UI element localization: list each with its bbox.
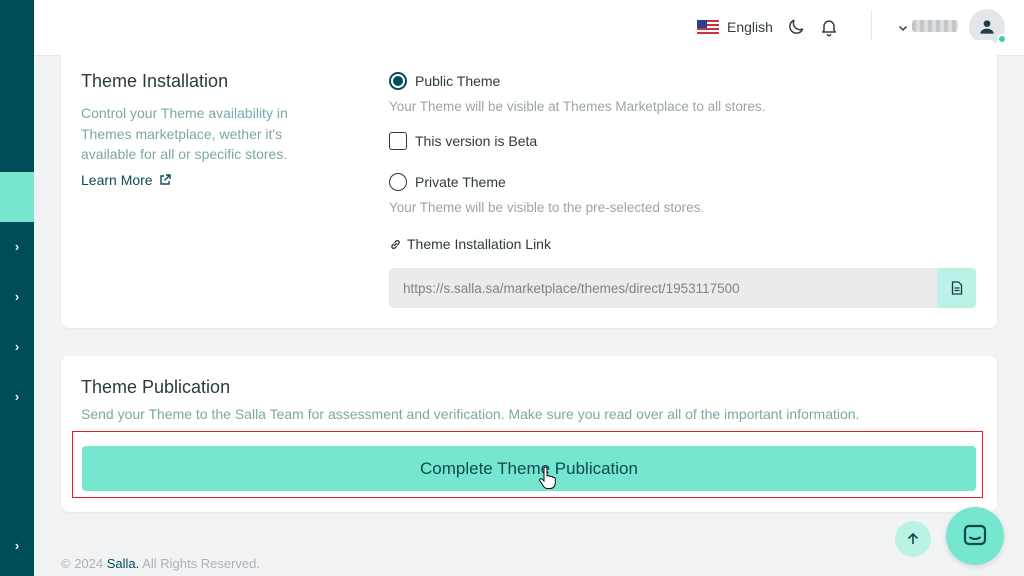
external-link-icon (159, 174, 171, 185)
copy-link-button[interactable] (937, 268, 976, 308)
us-flag-icon (697, 20, 719, 34)
scroll-to-top-button[interactable] (895, 521, 931, 557)
beta-checkbox[interactable]: This version is Beta (389, 132, 537, 150)
sidebar-expand-icon[interactable]: › (0, 236, 34, 256)
section-title: Theme Publication (81, 377, 231, 397)
footer-year: © 2024 (61, 556, 104, 571)
section-title: Theme Installation (81, 71, 229, 91)
learn-more-label: Learn More (81, 172, 153, 188)
chevron-down-icon[interactable] (898, 18, 912, 38)
footer-rights: All Rights Reserved. (142, 556, 260, 571)
sidebar-expand-icon[interactable]: › (0, 386, 34, 406)
sidebar-expand-icon[interactable]: › (0, 286, 34, 306)
complete-publication-button[interactable]: Complete Theme Publication (82, 446, 976, 491)
public-theme-label: Public Theme (415, 73, 501, 89)
language-label: English (727, 19, 773, 35)
public-theme-radio[interactable]: Public Theme (389, 72, 500, 90)
learn-more-link[interactable]: Learn More (81, 172, 171, 188)
user-icon (980, 20, 994, 34)
sidebar-expand-icon[interactable]: › (0, 535, 34, 555)
public-theme-hint: Your Theme will be visible at Themes Mar… (389, 99, 766, 114)
installation-link-label: Theme Installation Link (389, 236, 551, 252)
sidebar-active-item[interactable] (0, 172, 34, 222)
link-icon (391, 239, 400, 249)
chat-support-button[interactable] (946, 507, 1004, 565)
private-theme-label: Private Theme (415, 174, 506, 190)
language-switcher[interactable]: English (697, 16, 773, 38)
topbar-divider (871, 10, 872, 44)
radio-unchecked[interactable] (389, 173, 407, 191)
installation-link-text: Theme Installation Link (407, 236, 551, 252)
arrow-up-icon (907, 532, 919, 544)
user-name-blurred[interactable] (912, 20, 958, 32)
private-theme-radio[interactable]: Private Theme (389, 173, 506, 191)
hand-cursor-icon (539, 466, 556, 489)
checkbox-box[interactable] (389, 132, 407, 150)
beta-label: This version is Beta (415, 133, 538, 149)
radio-checked[interactable] (389, 72, 407, 90)
footer-brand[interactable]: Salla. (107, 556, 140, 571)
section-description: Control your Theme availability in Theme… (81, 105, 288, 162)
moon-icon[interactable] (784, 15, 808, 39)
bell-icon[interactable] (817, 15, 841, 39)
private-theme-hint: Your Theme will be visible to the pre-se… (389, 200, 705, 215)
document-copy-icon (951, 281, 962, 295)
online-status-dot (997, 34, 1007, 44)
sidebar-expand-icon[interactable]: › (0, 336, 34, 356)
footer: © 2024 Salla. All Rights Reserved. (61, 556, 260, 571)
sidebar: › › › › › (0, 0, 34, 576)
installation-link-field[interactable] (389, 268, 937, 308)
chat-icon (963, 524, 987, 546)
section-description: Send your Theme to the Salla Team for as… (81, 406, 860, 422)
